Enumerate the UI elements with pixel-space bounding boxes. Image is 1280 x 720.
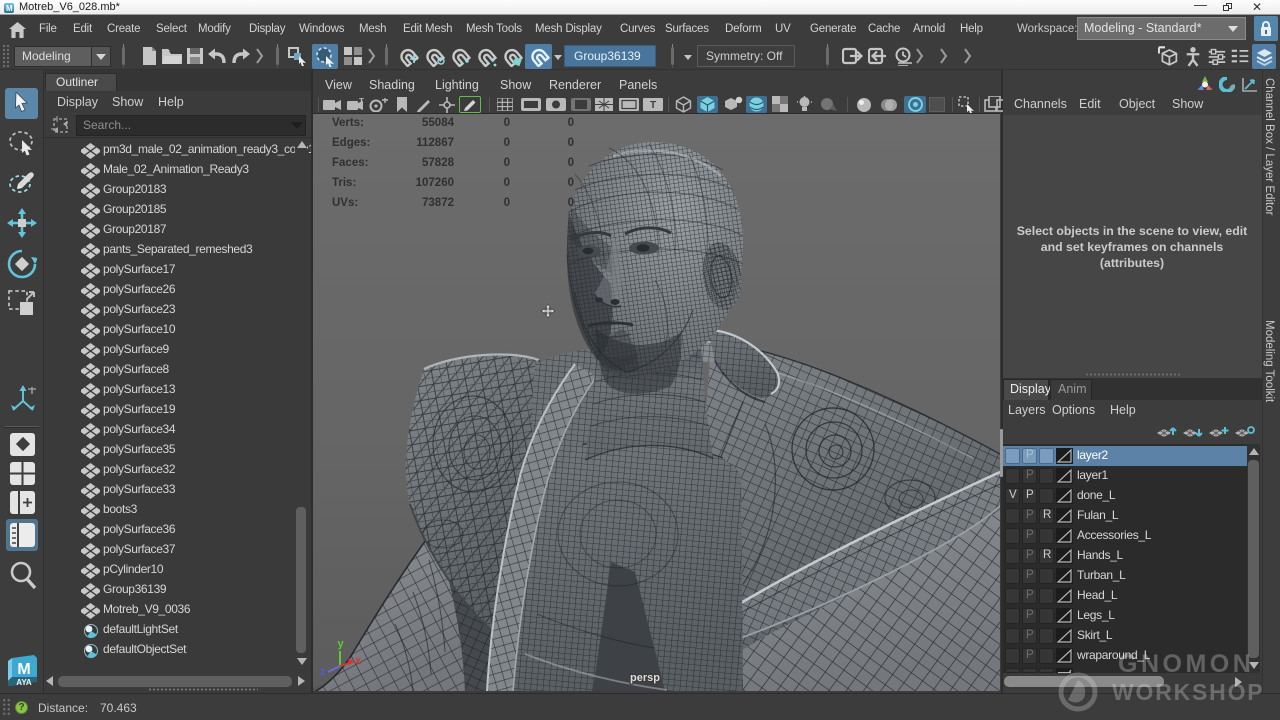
svg-text:persp: persp	[630, 672, 660, 684]
svg-text:M: M	[17, 661, 30, 678]
svg-text:T: T	[650, 100, 656, 111]
svg-text:x: x	[355, 655, 362, 667]
svg-text:y: y	[338, 638, 345, 650]
svg-text:AYA: AYA	[16, 678, 32, 687]
svg-text:z: z	[320, 666, 326, 678]
